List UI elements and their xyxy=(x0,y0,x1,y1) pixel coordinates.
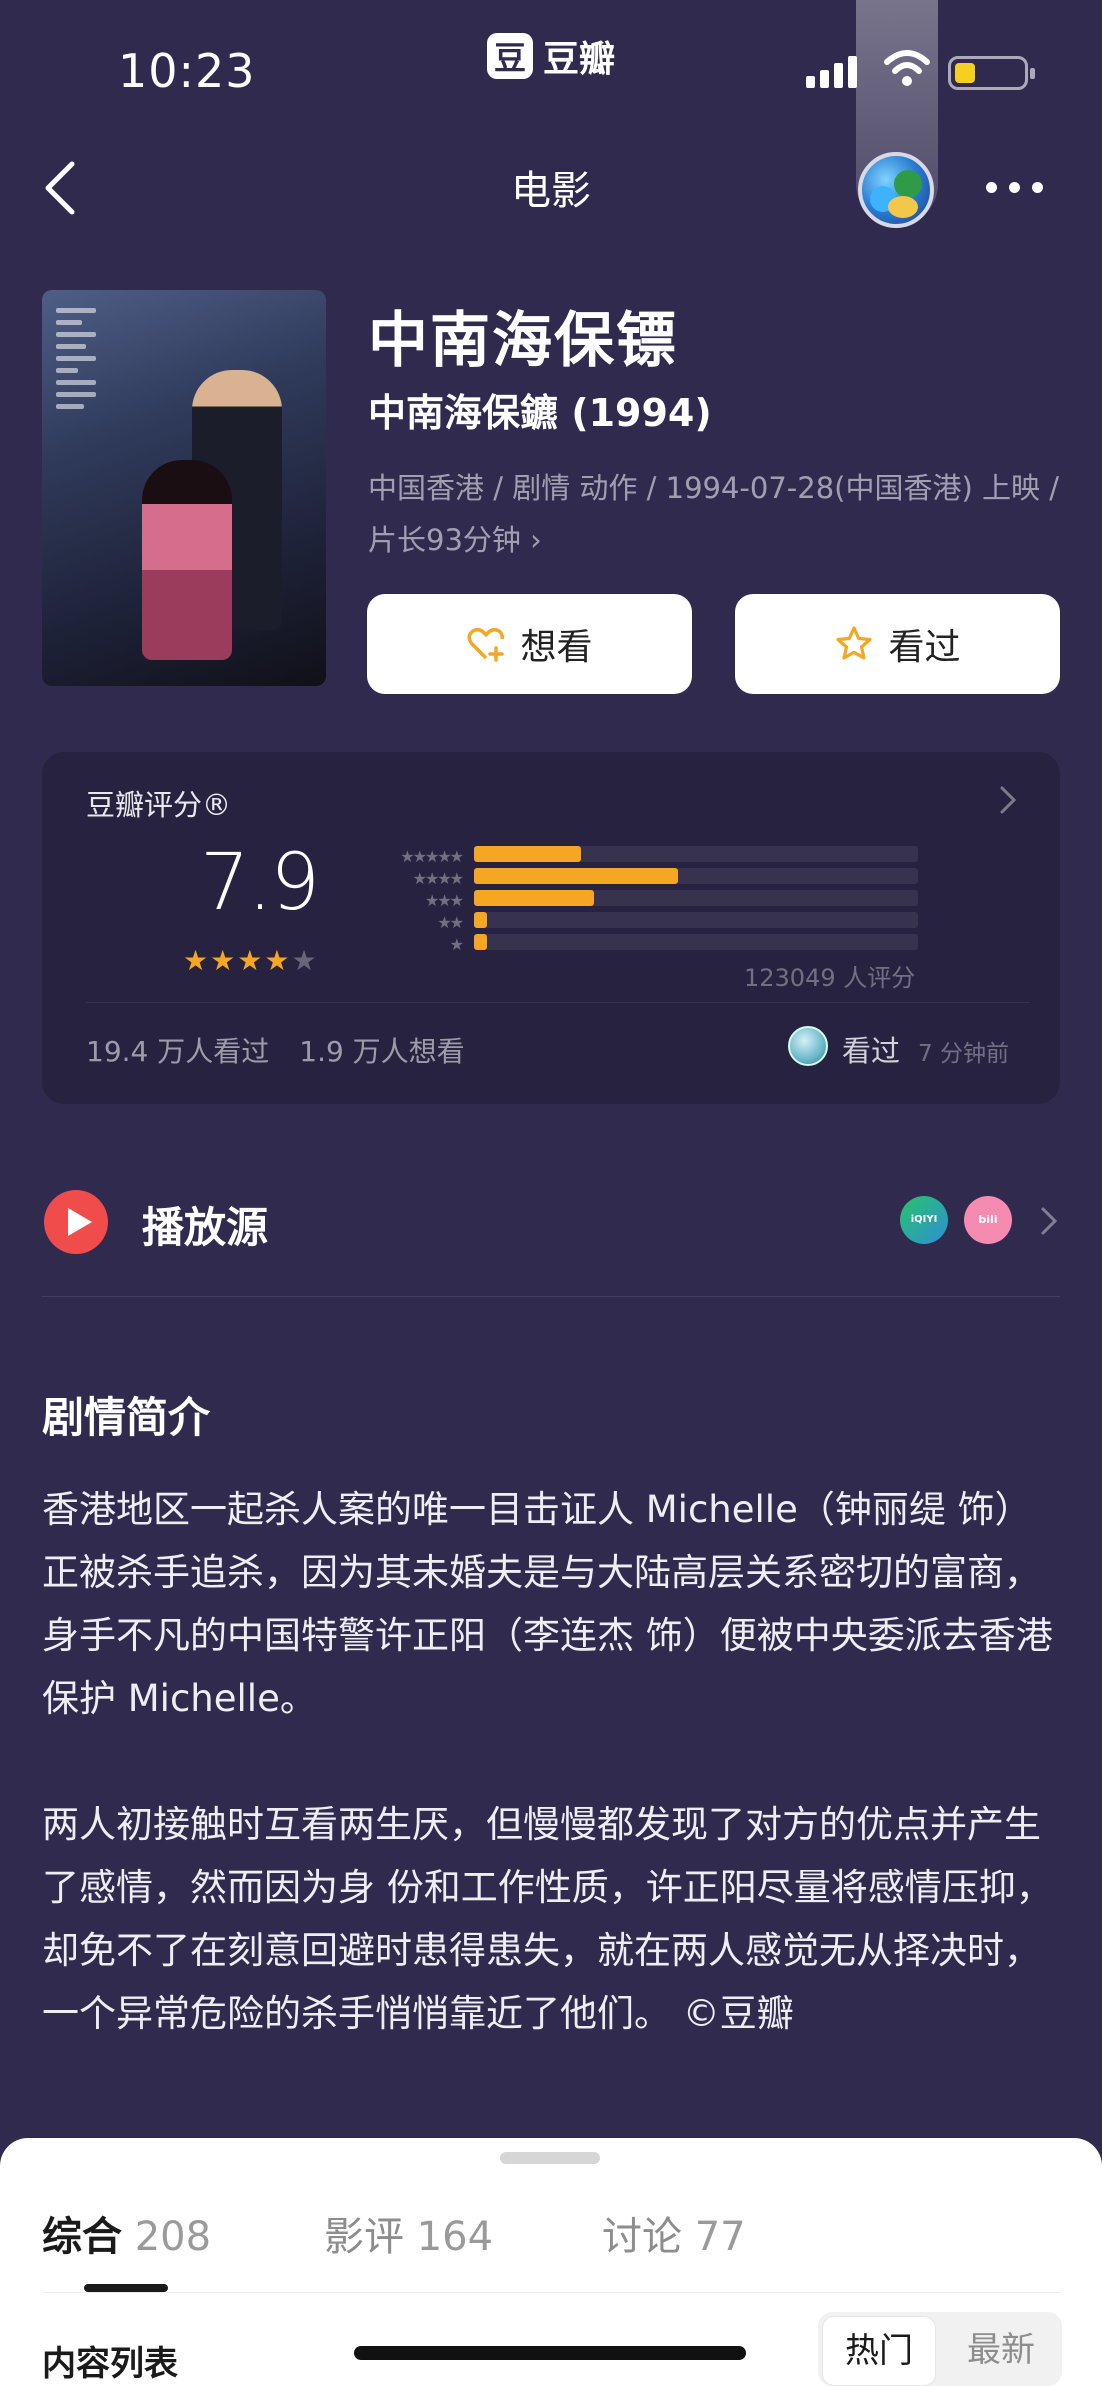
more-dots-icon[interactable] xyxy=(986,182,1043,193)
histogram-label: ★★★ xyxy=(424,891,464,910)
histogram-star-labels: ★★★★★ ★★★★ ★★★ ★★ ★ xyxy=(352,846,464,956)
histogram-track xyxy=(474,912,918,928)
histogram-label: ★★★★ xyxy=(412,869,464,888)
play-icon[interactable] xyxy=(44,1190,108,1254)
synopsis-body: 香港地区一起杀人案的唯一目击证人 Michelle（钟丽缇 饰）正被杀手追杀，因… xyxy=(42,1478,1062,2045)
movie-original-title: 中南海保鑣 (1994) xyxy=(368,391,712,435)
nav-title: 电影 xyxy=(511,168,591,214)
rating-histogram xyxy=(474,846,918,956)
want-label: 想看 xyxy=(520,627,593,668)
friend-action: 看过 xyxy=(842,1034,901,1068)
star-outline-icon xyxy=(836,626,873,660)
movie-title: 中南海保镖 xyxy=(368,306,678,376)
friend-time: 7 分钟前 xyxy=(918,1041,1009,1067)
rating-stars: ★ ★ ★ ★ ★ xyxy=(183,947,317,975)
histogram-bar xyxy=(474,846,581,862)
star-filled-icon: ★ xyxy=(183,944,209,977)
status-time: 10:23 xyxy=(118,44,256,98)
user-avatar[interactable] xyxy=(858,152,934,228)
chevron-right-icon[interactable] xyxy=(996,782,1020,818)
heart-plus-icon xyxy=(467,627,505,662)
histogram-label: ★★★★★ xyxy=(400,847,464,866)
card-divider xyxy=(86,1002,1030,1003)
tab-reviews[interactable]: 影评 164 xyxy=(324,2204,493,2262)
sort-hot-button[interactable]: 热门 xyxy=(822,2316,936,2386)
sheet-drag-handle[interactable] xyxy=(500,2152,600,2164)
seen-label: 看过 xyxy=(888,627,961,668)
vote-count: 123049 人评分 xyxy=(744,964,916,992)
star-filled-icon: ★ xyxy=(237,944,263,977)
douban-logo-icon: 豆 xyxy=(487,33,533,79)
battery-icon xyxy=(948,56,1035,90)
app-name: 豆瓣 xyxy=(543,39,616,80)
histogram-track xyxy=(474,934,918,950)
histogram-track xyxy=(474,846,918,862)
signal-icon xyxy=(806,56,857,88)
watched-button[interactable]: 看过 xyxy=(735,594,1060,694)
synopsis-title: 剧情简介 xyxy=(42,1393,211,1442)
synopsis-paragraph-2: 两人初接触时互看两生厌，但慢慢都发现了对方的优点并产生了感情，然而因为身 份和工… xyxy=(42,1803,1053,2035)
star-empty-icon: ★ xyxy=(291,944,317,977)
tab-divider xyxy=(42,2292,1060,2293)
movie-meta[interactable]: 中国香港 / 剧情 动作 / 1994-07-28(中国香港) 上映 / 片长9… xyxy=(368,462,1068,566)
rating-card-title: 豆瓣评分® xyxy=(86,788,232,822)
content-list-title: 内容列表 xyxy=(42,2344,178,2384)
section-divider xyxy=(42,1296,1060,1297)
home-indicator xyxy=(354,2346,746,2360)
histogram-bar xyxy=(474,934,488,950)
sort-new-button[interactable]: 最新 xyxy=(944,2316,1058,2386)
chevron-right-icon[interactable] xyxy=(1038,1204,1060,1238)
histogram-bar xyxy=(474,890,594,906)
histogram-bar xyxy=(474,912,488,928)
star-filled-icon: ★ xyxy=(210,944,236,977)
app-badge: 豆 豆瓣 xyxy=(487,30,615,82)
active-tab-underline xyxy=(84,2284,168,2292)
movie-poster[interactable] xyxy=(42,290,326,686)
want-to-watch-button[interactable]: 想看 xyxy=(367,594,692,694)
histogram-track xyxy=(474,890,918,906)
friend-avatar[interactable] xyxy=(788,1026,828,1066)
wanted-count: 1.9 万人想看 xyxy=(299,1035,465,1068)
histogram-label: ★ xyxy=(449,935,464,954)
iqiyi-source-icon[interactable]: iQIYI xyxy=(900,1196,948,1244)
histogram-label: ★★ xyxy=(437,913,464,932)
tab-discussions[interactable]: 讨论 77 xyxy=(602,2204,746,2262)
star-filled-icon: ★ xyxy=(264,944,290,977)
watch-stats: 19.4 万人看过 1.9 万人想看 xyxy=(86,1030,465,1070)
watched-count: 19.4 万人看过 xyxy=(86,1035,270,1068)
histogram-track xyxy=(474,868,918,884)
rating-score: 7.9 xyxy=(200,838,320,928)
histogram-bar xyxy=(474,868,679,884)
wifi-icon xyxy=(884,50,930,86)
play-source-label[interactable]: 播放源 xyxy=(142,1194,268,1255)
synopsis-paragraph-1: 香港地区一起杀人案的唯一目击证人 Michelle（钟丽缇 饰）正被杀手追杀，因… xyxy=(42,1488,1053,1720)
tab-overview[interactable]: 综合 208 xyxy=(42,2204,211,2262)
bilibili-source-icon[interactable]: bili xyxy=(964,1196,1012,1244)
